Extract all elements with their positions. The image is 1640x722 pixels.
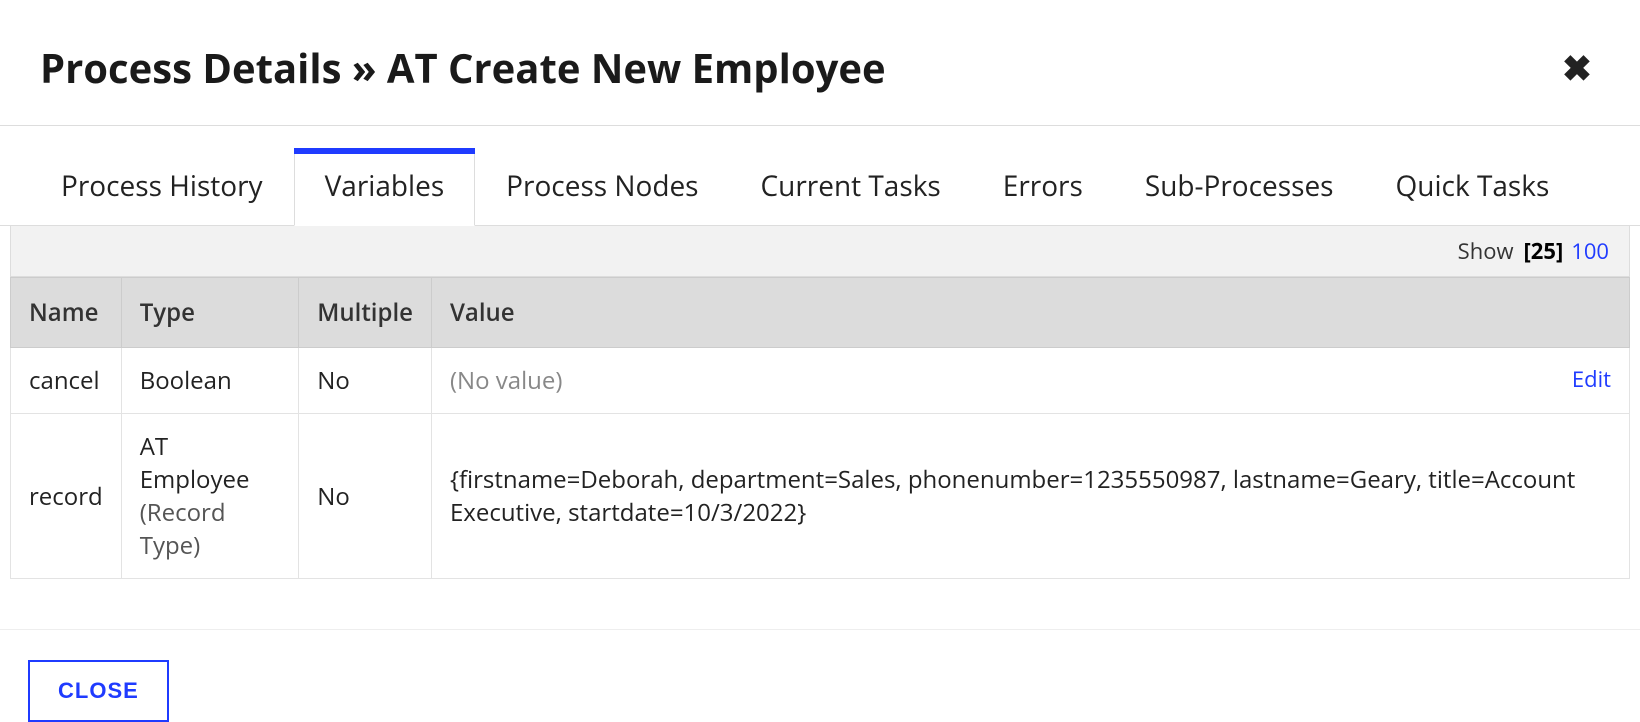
- dialog-header: Process Details » AT Create New Employee…: [0, 0, 1640, 125]
- show-label: Show: [1458, 236, 1514, 266]
- page-size-option[interactable]: [25]: [1524, 236, 1564, 266]
- tab-quick-tasks[interactable]: Quick Tasks: [1365, 148, 1581, 225]
- type-primary: AT Employee: [140, 430, 250, 496]
- tab-current-tasks[interactable]: Current Tasks: [730, 148, 972, 225]
- page-title: Process Details » AT Create New Employee: [40, 40, 886, 95]
- column-header-name[interactable]: Name: [11, 278, 122, 348]
- cell-value: {firstname=Deborah, department=Sales, ph…: [431, 414, 1629, 579]
- type-secondary: (Record Type): [140, 496, 281, 562]
- close-button[interactable]: CLOSE: [28, 660, 169, 722]
- tab-sub-processes[interactable]: Sub-Processes: [1114, 148, 1365, 225]
- cell-type: Boolean: [121, 348, 299, 414]
- cell-type: AT Employee(Record Type): [121, 414, 299, 579]
- variables-table: Name Type Multiple Value cancel Boolean No…: [10, 277, 1630, 579]
- pagination-size-bar: Show [25]100: [10, 226, 1630, 277]
- cell-value: (No value) Edit: [431, 348, 1629, 414]
- cell-name: record: [11, 414, 122, 579]
- column-header-value[interactable]: Value: [431, 278, 1629, 348]
- edit-link[interactable]: Edit: [1572, 364, 1611, 394]
- cell-name: cancel: [11, 348, 122, 414]
- column-header-type[interactable]: Type: [121, 278, 299, 348]
- column-header-multiple[interactable]: Multiple: [299, 278, 432, 348]
- tab-process-nodes[interactable]: Process Nodes: [475, 148, 729, 225]
- cell-multiple: No: [299, 348, 432, 414]
- table-row: cancel Boolean No (No value) Edit: [11, 348, 1630, 414]
- footer-divider: [0, 629, 1640, 630]
- cell-multiple: No: [299, 414, 432, 579]
- tab-bar: Process HistoryVariablesProcess NodesCur…: [0, 148, 1640, 226]
- type-primary: Boolean: [140, 364, 232, 397]
- tab-errors[interactable]: Errors: [972, 148, 1114, 225]
- tab-process-history[interactable]: Process History: [30, 148, 294, 225]
- close-icon[interactable]: ✖: [1554, 46, 1600, 90]
- tab-variables[interactable]: Variables: [294, 148, 476, 226]
- dialog: Process Details » AT Create New Employee…: [0, 0, 1640, 722]
- page-size-option[interactable]: 100: [1571, 236, 1609, 266]
- value-text: (No value): [450, 364, 562, 397]
- header-divider: [0, 125, 1640, 126]
- value-text: {firstname=Deborah, department=Sales, ph…: [450, 463, 1575, 529]
- table-row: recordAT Employee(Record Type)No{firstna…: [11, 414, 1630, 579]
